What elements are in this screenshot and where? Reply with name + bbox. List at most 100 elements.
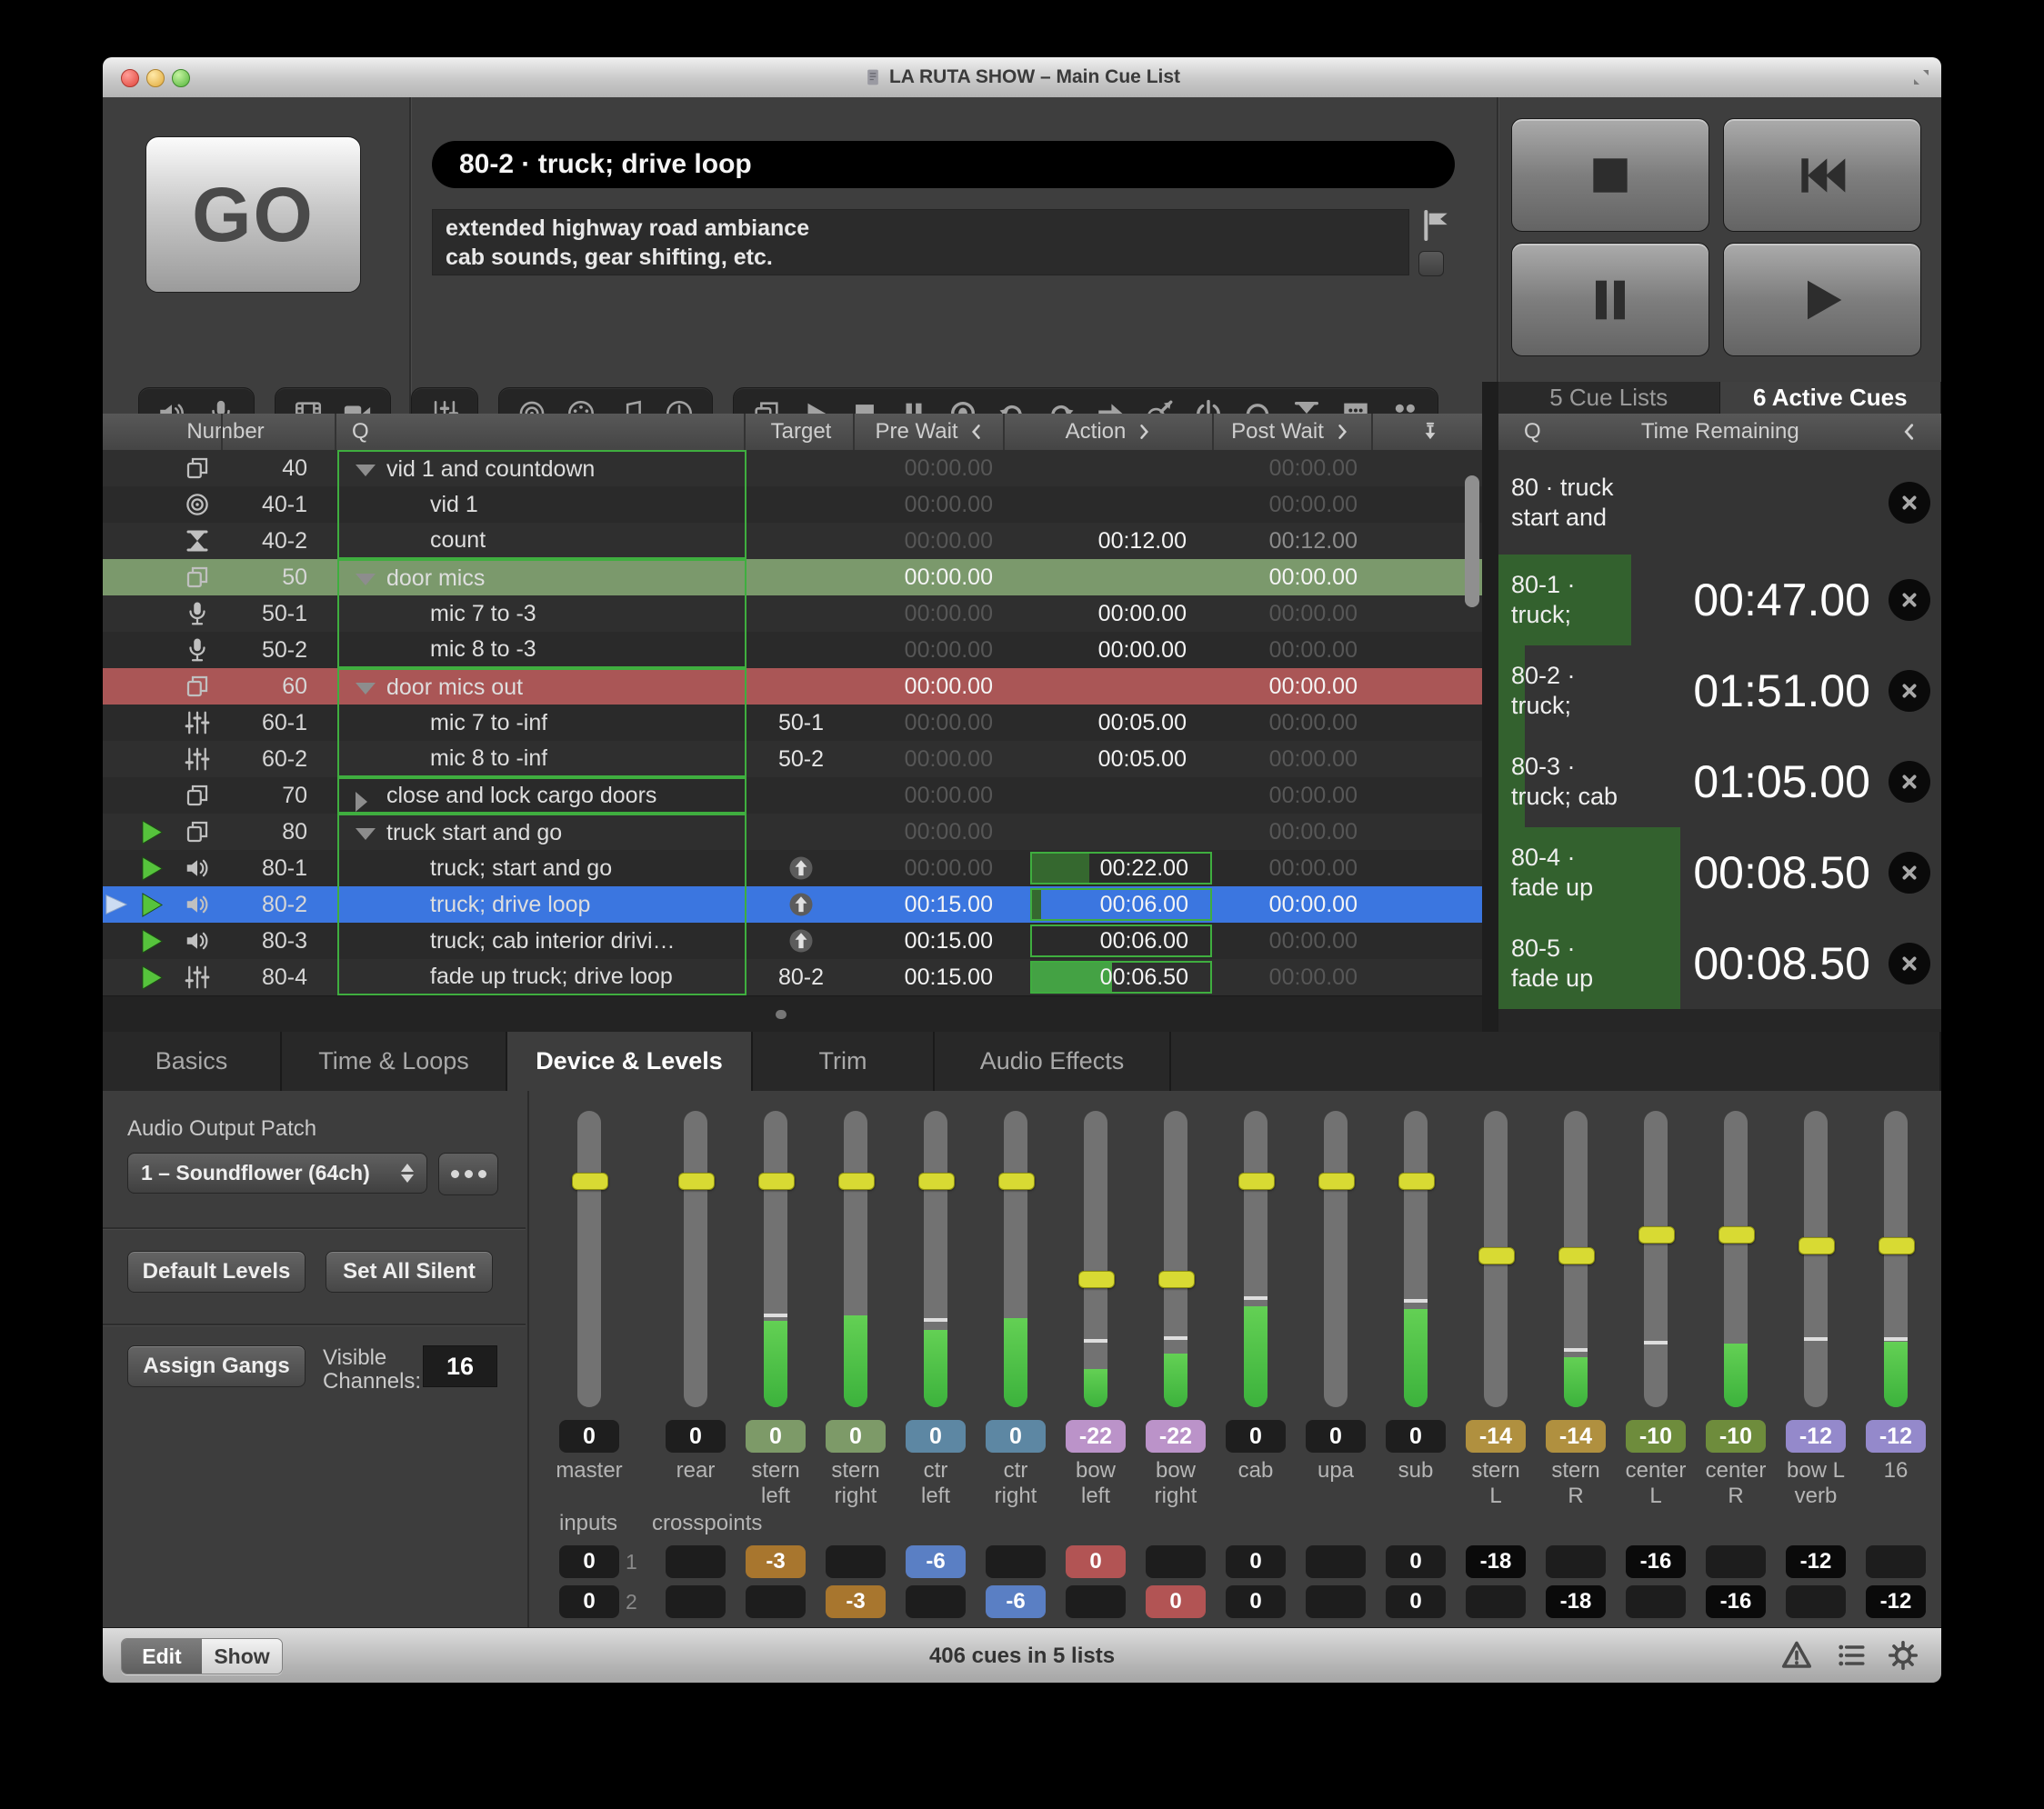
cue-target-cell[interactable]: [746, 777, 856, 814]
post-wait-cell[interactable]: 00:00.00: [1214, 668, 1368, 705]
fader-track-master[interactable]: [577, 1111, 601, 1407]
post-wait-cell[interactable]: 00:12.00: [1214, 523, 1368, 559]
fader-knob-bow-l-verb[interactable]: [1799, 1237, 1835, 1254]
crosspoint-cell[interactable]: [1306, 1585, 1366, 1618]
action-cell[interactable]: 00:06.50: [1005, 959, 1214, 995]
active-cue-row[interactable]: 80-1 ·truck;00:47.00: [1498, 555, 1941, 647]
fader-knob-bow-left[interactable]: [1078, 1271, 1115, 1288]
action-cell[interactable]: 00:05.00: [1005, 741, 1214, 777]
crosspoint-cell[interactable]: [1306, 1545, 1366, 1578]
cue-name-cell[interactable]: mic 7 to -inf: [337, 705, 746, 741]
cue-row-40-2[interactable]: 40-2count00:00.0000:12.0000:12.00: [103, 523, 1482, 559]
rewind-button[interactable]: [1723, 118, 1921, 232]
tab-audio-effects[interactable]: Audio Effects: [935, 1032, 1171, 1091]
stop-cue-button[interactable]: [1889, 482, 1930, 524]
cue-row-80-1[interactable]: 80-1truck; start and go00:00.0000:22.000…: [103, 850, 1482, 886]
post-wait-cell[interactable]: 00:00.00: [1214, 959, 1368, 995]
level-value-stern-l[interactable]: -14: [1466, 1420, 1526, 1453]
stop-button[interactable]: [1511, 118, 1709, 232]
action-cell[interactable]: 00:05.00: [1005, 705, 1214, 741]
crosspoint-cell[interactable]: [666, 1545, 726, 1578]
cue-notes[interactable]: extended highway road ambiance cab sound…: [432, 209, 1409, 275]
cue-target-cell[interactable]: [746, 886, 856, 923]
action-cell[interactable]: 00:00.00: [1005, 632, 1214, 668]
assign-gangs-button[interactable]: Assign Gangs: [127, 1345, 306, 1387]
tab-time-loops[interactable]: Time & Loops: [282, 1032, 507, 1091]
pre-wait-cell[interactable]: 00:00.00: [856, 814, 1005, 850]
level-value-ctr-left[interactable]: 0: [906, 1420, 966, 1453]
post-wait-cell[interactable]: 00:00.00: [1214, 850, 1368, 886]
chevron-left-icon[interactable]: [967, 423, 986, 441]
cue-name-cell[interactable]: vid 1: [337, 486, 746, 523]
fader-knob-center-r[interactable]: [1718, 1226, 1755, 1244]
crosspoint-cell[interactable]: 0: [1386, 1545, 1446, 1578]
visible-channels-value[interactable]: 16: [423, 1345, 497, 1387]
disclosure-open-icon[interactable]: [356, 683, 376, 695]
column-header-number[interactable]: Number: [153, 414, 298, 450]
cue-name-cell[interactable]: count: [337, 523, 746, 559]
tab-6-active-cues[interactable]: 6 Active Cues: [1720, 382, 1942, 414]
pre-wait-cell[interactable]: 00:00.00: [856, 705, 1005, 741]
cue-name-cell[interactable]: door mics out: [337, 668, 746, 705]
pre-wait-cell[interactable]: 00:15.00: [856, 959, 1005, 995]
post-wait-cell[interactable]: 00:00.00: [1214, 632, 1368, 668]
crosspoint-cell[interactable]: -18: [1546, 1585, 1606, 1618]
pre-wait-cell[interactable]: 00:15.00: [856, 923, 1005, 959]
active-cue-row[interactable]: 80 · truckstart and: [1498, 450, 1941, 556]
cue-target-cell[interactable]: [746, 814, 856, 850]
fader-knob-ctr-left[interactable]: [918, 1173, 955, 1190]
fader-track-bow-left[interactable]: [1084, 1111, 1107, 1407]
column-header-post-wait[interactable]: Post Wait: [1214, 414, 1368, 450]
level-value-cab[interactable]: 0: [1226, 1420, 1286, 1453]
column-header-q[interactable]: Q: [337, 414, 746, 450]
tab-trim[interactable]: Trim: [753, 1032, 935, 1091]
scrollbar-handle[interactable]: [776, 1010, 787, 1019]
gear-icon[interactable]: [1887, 1639, 1919, 1676]
crosspoint-cell[interactable]: 0: [1066, 1545, 1126, 1578]
cue-row-70[interactable]: 70close and lock cargo doors00:00.0000:0…: [103, 777, 1482, 814]
crosspoint-cell[interactable]: 0: [1146, 1585, 1206, 1618]
cue-target-cell[interactable]: [746, 632, 856, 668]
fader-knob-sub[interactable]: [1398, 1173, 1435, 1190]
crosspoint-cell[interactable]: -3: [746, 1545, 806, 1578]
fader-track-center-l[interactable]: [1644, 1111, 1668, 1407]
crosspoint-cell[interactable]: 0: [1226, 1585, 1286, 1618]
post-wait-cell[interactable]: 00:00.00: [1214, 814, 1368, 850]
go-button[interactable]: GO: [145, 136, 361, 293]
level-value-master[interactable]: 0: [559, 1420, 619, 1453]
crosspoint-cell[interactable]: [1626, 1585, 1686, 1618]
warning-icon[interactable]: [1780, 1639, 1813, 1676]
cue-name-cell[interactable]: vid 1 and countdown: [337, 450, 746, 486]
action-cell[interactable]: [1005, 559, 1214, 595]
pre-wait-cell[interactable]: 00:00.00: [856, 595, 1005, 632]
column-header-target[interactable]: Target: [746, 414, 856, 450]
action-cell[interactable]: [1005, 450, 1214, 486]
level-value-rear[interactable]: 0: [666, 1420, 726, 1453]
fader-track-rear[interactable]: [684, 1111, 707, 1407]
resize-icon[interactable]: [1910, 66, 1932, 93]
crosspoint-cell[interactable]: 0: [1386, 1585, 1446, 1618]
chevron-right-icon[interactable]: [1135, 423, 1153, 441]
cue-target-cell[interactable]: [746, 923, 856, 959]
cue-target-cell[interactable]: 50-1: [746, 705, 856, 741]
cue-target-cell[interactable]: 50-2: [746, 741, 856, 777]
cue-name-cell[interactable]: close and lock cargo doors: [337, 777, 746, 814]
crosspoint-cell[interactable]: [826, 1545, 886, 1578]
fader-knob-stern-r[interactable]: [1558, 1247, 1595, 1264]
post-wait-cell[interactable]: 00:00.00: [1214, 741, 1368, 777]
cue-row-40-1[interactable]: 40-1vid 100:00.0000:00.00: [103, 486, 1482, 523]
level-value-stern-r[interactable]: -14: [1546, 1420, 1606, 1453]
pre-wait-cell[interactable]: 00:00.00: [856, 741, 1005, 777]
set-all-silent-button[interactable]: Set All Silent: [326, 1251, 493, 1293]
tab-basics[interactable]: Basics: [103, 1032, 282, 1091]
active-cue-row[interactable]: 80-5 ·fade up00:08.50: [1498, 918, 1941, 1011]
crosspoint-cell[interactable]: [906, 1585, 966, 1618]
crosspoint-cell[interactable]: [1786, 1585, 1846, 1618]
post-wait-cell[interactable]: 00:00.00: [1214, 705, 1368, 741]
level-value-stern-right[interactable]: 0: [826, 1420, 886, 1453]
pre-wait-cell[interactable]: 00:00.00: [856, 523, 1005, 559]
stop-cue-button[interactable]: [1889, 579, 1930, 621]
post-wait-cell[interactable]: 00:00.00: [1214, 486, 1368, 523]
cue-row-50[interactable]: 50door mics00:00.0000:00.00: [103, 559, 1482, 595]
cue-target-cell[interactable]: [746, 450, 856, 486]
